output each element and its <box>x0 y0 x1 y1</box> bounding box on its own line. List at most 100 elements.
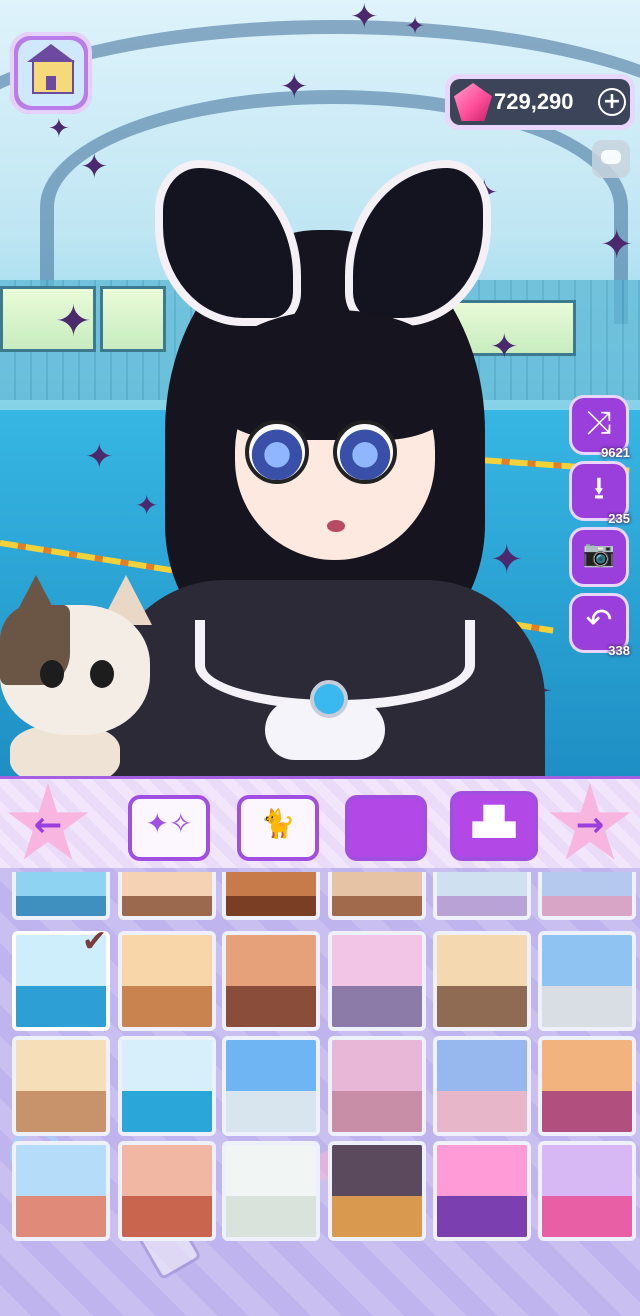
thumb-ground <box>122 985 212 1027</box>
thumb-ground <box>122 896 212 916</box>
thumb-sky <box>122 1145 212 1196</box>
background-thumb-lab-classroom[interactable] <box>433 931 531 1031</box>
download-button[interactable]: ⭳ 235 <box>572 464 630 526</box>
thumb-sky <box>332 935 422 986</box>
thumb-sky <box>16 1040 106 1091</box>
undo-count: 338 <box>608 643 630 658</box>
thumb-ground <box>542 1090 632 1132</box>
background-thumb-street[interactable] <box>538 872 636 920</box>
thumb-ground <box>437 985 527 1027</box>
thumb-ground <box>122 1090 212 1132</box>
background-thumb-hallway[interactable] <box>12 1036 110 1136</box>
tab-frame[interactable]: 🐈 <box>237 795 319 861</box>
background-thumb-shrine-hall[interactable] <box>222 872 320 920</box>
thumb-ground <box>16 896 106 916</box>
thumb-sky <box>437 935 527 986</box>
camera-button[interactable]: 📷 <box>572 530 626 584</box>
prev-category-button[interactable]: ← <box>7 783 89 860</box>
sparkle-icon: ✦ <box>405 12 426 40</box>
tab-pattern[interactable]: ✦✧ <box>128 795 210 861</box>
sparkle-icon: ✦ <box>48 114 70 144</box>
tab-color[interactable] <box>345 795 427 861</box>
house-door <box>46 76 56 90</box>
thumb-sky <box>226 1145 316 1196</box>
thumb-ground <box>226 985 316 1027</box>
background-thumb-pink-building[interactable] <box>328 1036 426 1136</box>
background-thumb-night-alley[interactable] <box>328 1141 426 1241</box>
background-thumb-carnival-night[interactable] <box>538 1036 636 1136</box>
camera-icon: 📷 <box>582 539 616 569</box>
thumb-sky <box>332 872 422 897</box>
undo-button[interactable]: ↶ 338 <box>572 596 630 658</box>
thumb-ground <box>437 896 527 916</box>
thumb-sky <box>542 1145 632 1196</box>
background-thumb-sunset-classroom[interactable] <box>118 931 216 1031</box>
thumb-sky <box>332 1145 422 1196</box>
thumb-ground <box>16 985 106 1027</box>
thumb-ground <box>226 1195 316 1237</box>
city-background-icon: ▟▙ <box>472 805 516 838</box>
thumb-ground <box>332 896 422 916</box>
left-bow <box>155 160 301 326</box>
thumb-sky <box>16 872 106 897</box>
arrow-right-icon: → <box>575 805 605 845</box>
thumb-ground <box>16 1090 106 1132</box>
thumb-ground <box>122 1195 212 1237</box>
thumb-sky <box>122 872 212 897</box>
thumb-sky <box>122 1040 212 1091</box>
sparkle-icon: ✦ <box>55 296 92 347</box>
chat-button[interactable] <box>592 140 630 178</box>
add-gems-button[interactable]: + <box>598 88 626 116</box>
thumb-sky <box>542 872 632 897</box>
bangs <box>215 310 455 440</box>
gem-amount: 729,290 <box>494 89 574 114</box>
currency-display: 729,290 + <box>445 74 635 130</box>
thumb-sky <box>542 1040 632 1091</box>
background-thumb-seaside[interactable] <box>12 872 110 920</box>
thumb-sky <box>437 872 527 897</box>
background-thumb-cozy-room[interactable] <box>222 931 320 1031</box>
undo-icon: ↶ <box>585 601 613 639</box>
background-thumb-park-path[interactable] <box>433 872 531 920</box>
background-thumb-bright-corridor[interactable] <box>222 1141 320 1241</box>
thumb-sky <box>16 1145 106 1196</box>
cat-eye <box>90 660 114 688</box>
thumb-sky <box>542 935 632 986</box>
sparkle-icon: ✦ <box>280 67 309 107</box>
randomize-count: 9621 <box>601 445 630 460</box>
background-thumb-classroom[interactable] <box>118 872 216 920</box>
background-thumb-concert-stage[interactable] <box>433 1141 531 1241</box>
tab-background[interactable]: ▟▙ <box>450 791 538 861</box>
thumb-sky <box>437 1145 527 1196</box>
sparkle-icon: ✦ <box>600 222 634 268</box>
thumb-ground <box>437 1195 527 1237</box>
background-thumb-ferris-wheel-park[interactable] <box>433 1036 531 1136</box>
background-thumb-amusement-gate[interactable] <box>12 1141 110 1241</box>
background-thumb-cherry-blossom-crossing[interactable] <box>328 931 426 1031</box>
sparkle-icon: ✦ <box>350 0 379 37</box>
avatar-character <box>105 160 545 776</box>
background-thumb-circus-gate[interactable] <box>118 1141 216 1241</box>
download-count: 235 <box>608 511 630 526</box>
thumb-sky <box>226 872 316 897</box>
thumb-sky <box>226 935 316 986</box>
cat-eye <box>40 660 64 688</box>
background-thumb-theater[interactable] <box>328 872 426 920</box>
thumb-ground <box>226 896 316 916</box>
background-thumb-pool-hall[interactable] <box>118 1036 216 1136</box>
home-button[interactable] <box>10 32 92 114</box>
cat-frame-icon: 🐈 <box>260 807 296 840</box>
thumb-ground <box>332 1090 422 1132</box>
download-icon: ⭳ <box>593 469 605 507</box>
randomize-button[interactable]: ⤨ 9621 <box>572 398 630 460</box>
thumb-sky <box>122 935 212 986</box>
gem-icon <box>454 83 492 121</box>
chat-bubble-icon <box>601 150 621 164</box>
background-thumb-school-sky[interactable] <box>222 1036 320 1136</box>
checkmark-icon: ✔ <box>82 924 108 959</box>
next-category-button[interactable]: → <box>549 783 631 860</box>
background-thumb-school-exterior[interactable] <box>538 931 636 1031</box>
background-thumb-pink-stage[interactable] <box>538 1141 636 1241</box>
thumb-sky <box>226 1040 316 1091</box>
thumb-ground <box>332 985 422 1027</box>
